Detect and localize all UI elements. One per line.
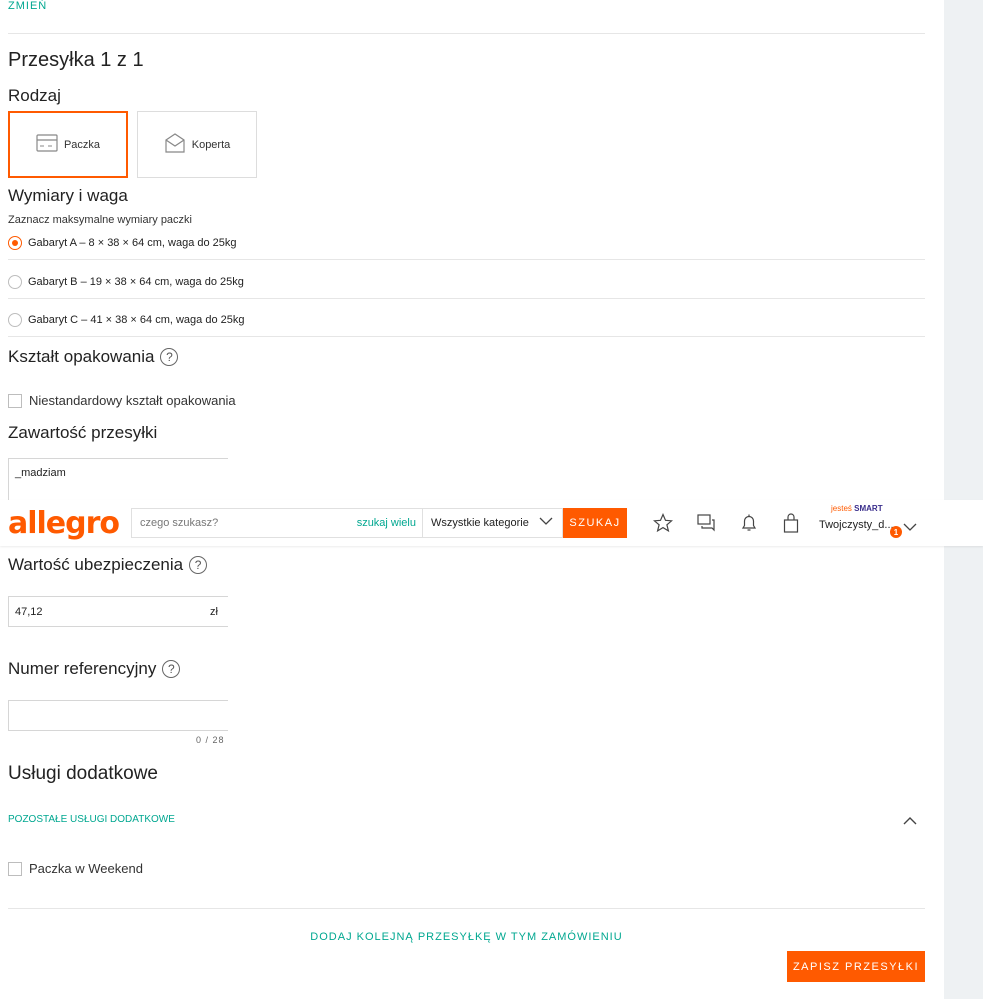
divider [8,336,925,337]
size-b-label: Gabaryt B – 19 × 38 × 64 cm, waga do 25k… [28,276,244,288]
smart-prefix: jesteś [831,504,852,513]
size-b-radio[interactable] [8,275,22,289]
type-envelope-label: Koperta [191,138,231,151]
search-button[interactable]: SZUKAJ [563,508,627,538]
category-value: Wszystkie kategorie [431,517,529,529]
size-b-option[interactable]: Gabaryt B – 19 × 38 × 64 cm, waga do 25k… [8,273,244,291]
search-input[interactable]: czego szukasz? [132,517,357,529]
reference-heading-row: Numer referencyjny ? [8,659,181,679]
reference-field[interactable] [8,700,228,731]
divider [8,298,925,299]
save-shipments-button[interactable]: ZAPISZ PRZESYŁKI [787,951,925,982]
bell-icon[interactable] [738,512,760,534]
shape-heading: Kształt opakowania [8,347,155,366]
insurance-heading: Wartość ubezpieczenia [8,555,184,574]
size-c-option[interactable]: Gabaryt C – 41 × 38 × 64 cm, waga do 25k… [8,311,244,329]
weekend-checkbox[interactable] [8,861,22,876]
chevron-up-icon[interactable] [902,813,918,831]
search-box[interactable]: czego szukasz? szukaj wielu [131,508,422,538]
messages-icon[interactable] [695,512,717,534]
change-link[interactable]: ZMIEŃ [8,0,47,12]
content-value: _madziam [15,467,66,479]
insurance-heading-row: Wartość ubezpieczenia ? [8,555,208,575]
insurance-unit: zł [210,605,218,618]
divider [8,259,925,260]
cart-icon[interactable] [780,512,802,534]
allegro-logo[interactable]: allegro [8,506,120,541]
extras-toggle[interactable]: POZOSTAŁE USŁUGI DODATKOWE [8,814,175,825]
category-select[interactable]: Wszystkie kategorie [422,508,563,538]
weekend-option[interactable]: Paczka w Weekend [8,861,143,876]
custom-shape-label: Niestandardowy kształt opakowania [29,393,236,408]
help-icon[interactable]: ? [189,556,208,574]
extras-heading: Usługi dodatkowe [8,763,158,784]
envelope-icon [164,133,186,156]
smart-label: SMART [854,504,883,513]
dims-hint: Zaznacz maksymalne wymiary paczki [8,214,192,226]
size-a-option[interactable]: Gabaryt A – 8 × 38 × 64 cm, waga do 25kg [8,234,237,252]
insurance-field[interactable]: 47,12 zł [8,596,228,627]
size-c-radio[interactable] [8,313,22,327]
shipment-title: Przesyłka 1 z 1 [8,49,144,71]
smart-status: jesteś SMART [831,504,883,513]
add-shipment-link[interactable]: DODAJ KOLEJNĄ PRZESYŁKĘ W TYM ZAMÓWIENIU [0,931,933,943]
chevron-down-icon[interactable] [903,519,917,537]
reference-heading: Numer referencyjny [8,659,157,678]
star-icon[interactable] [652,512,674,534]
chevron-down-icon [539,517,553,529]
size-a-label: Gabaryt A – 8 × 38 × 64 cm, waga do 25kg [28,237,237,249]
shape-heading-row: Kształt opakowania ? [8,347,179,367]
custom-shape-checkbox[interactable] [8,393,22,408]
content-textarea[interactable]: _madziam [8,458,228,506]
content-heading: Zawartość przesyłki [8,423,158,442]
divider [8,908,925,909]
type-package-label: Paczka [63,138,101,151]
dims-heading: Wymiary i waga [8,186,128,205]
type-package-tile[interactable]: Paczka [8,111,128,178]
help-icon[interactable]: ? [160,348,179,366]
type-heading: Rodzaj [8,86,61,105]
reference-counter: 0 / 28 [196,735,225,745]
weekend-label: Paczka w Weekend [29,861,143,876]
size-c-label: Gabaryt C – 41 × 38 × 64 cm, waga do 25k… [28,314,245,326]
site-header: allegro czego szukasz? szukaj wielu Wszy… [0,500,983,546]
insurance-value: 47,12 [15,605,43,618]
custom-shape-option[interactable]: Niestandardowy kształt opakowania [8,393,236,408]
type-envelope-tile[interactable]: Koperta [137,111,257,178]
user-menu[interactable]: jesteś SMART Twojczysty_d... 1 [819,504,919,540]
notification-badge: 1 [890,526,902,538]
help-icon[interactable]: ? [162,660,181,678]
username: Twojczysty_d... [819,519,894,531]
divider [8,33,925,34]
size-a-radio[interactable] [8,236,22,250]
search-many-link[interactable]: szukaj wielu [357,517,422,529]
package-icon [36,134,58,155]
